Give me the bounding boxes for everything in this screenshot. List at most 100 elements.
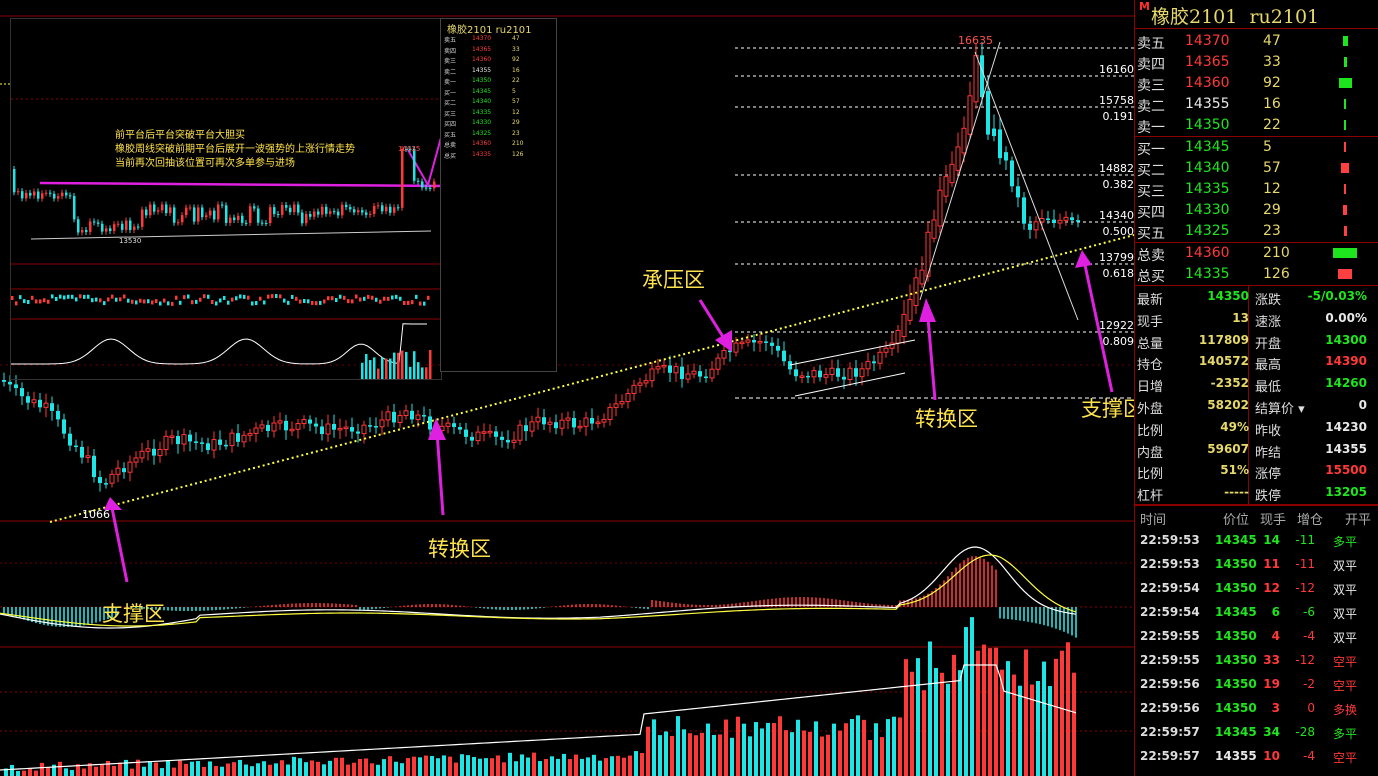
candle-body	[583, 417, 589, 427]
volume-bar	[388, 756, 392, 776]
volume-bar	[262, 761, 266, 776]
tick-volume: 3	[1271, 700, 1280, 715]
volume-bar	[994, 647, 998, 776]
order-book-row[interactable]: 买三 14335 12	[1135, 179, 1378, 200]
bid-book: 买一 14345 5 买二 14340 57 买三 14335 12 买四 14330 29 买五 143…	[1135, 137, 1378, 243]
tick-list[interactable]: 22:59:53 14345 14 -11 多平 22:59:53 14350 11 -11 双平…	[1135, 528, 1378, 768]
tick-volume: 12	[1263, 580, 1280, 595]
inset-candle	[261, 222, 264, 224]
tick-type: 多平	[1333, 726, 1358, 741]
candle-body	[973, 54, 979, 103]
volume-bar	[628, 755, 632, 776]
inset-title: 橡胶2101 ru2101	[447, 25, 532, 36]
inset-macd	[351, 299, 354, 304]
quote-label: 涨跌	[1255, 293, 1282, 308]
order-book-row[interactable]: 买一 14345 5	[1135, 137, 1378, 158]
book-depth-bar	[1343, 226, 1347, 236]
inset-candle	[161, 204, 164, 211]
volume-bar	[310, 760, 314, 776]
tick-type: 多换	[1333, 702, 1358, 717]
inset-macd	[375, 297, 378, 302]
inset-macd	[231, 297, 234, 302]
candle-body	[481, 431, 487, 434]
volume-bar	[808, 731, 812, 776]
candle-body	[181, 434, 187, 445]
inset-volume	[401, 350, 404, 381]
volume-bar	[760, 728, 764, 776]
inset-candle	[193, 207, 196, 222]
inset-candle	[365, 212, 368, 215]
order-book-row[interactable]: 卖五 14370 47	[1135, 31, 1378, 52]
order-book-row[interactable]: 买四 14330 29	[1135, 200, 1378, 221]
tick-row: 22:59:57 14355 10 -4 空平	[1135, 744, 1378, 768]
inset-macd	[219, 298, 222, 303]
tick-time: 22:59:55	[1140, 652, 1200, 667]
tick-column-header: 价位	[1223, 512, 1250, 528]
volume-bar	[1018, 685, 1022, 776]
volume-bar	[358, 758, 362, 776]
order-book-row[interactable]: 总卖 14360 210	[1135, 243, 1378, 264]
quote-label: 昨结	[1255, 445, 1282, 461]
book-label: 卖三	[1137, 78, 1165, 94]
inset-candle	[165, 204, 168, 214]
book-volume: 57	[1263, 160, 1281, 176]
volume-bar	[502, 762, 506, 776]
candle-body	[961, 127, 967, 154]
candle-body	[649, 368, 655, 382]
quote-value: 58202	[1207, 397, 1249, 412]
dropdown-icon[interactable]: ▾	[1294, 402, 1305, 417]
inset-macd	[267, 294, 270, 299]
quote-row: 内盘 59607 昨结 14355	[1135, 439, 1378, 461]
tick-oi-change: -4	[1303, 748, 1315, 763]
fib-ratio-label: 0.191	[1103, 110, 1135, 123]
instrument-header[interactable]: M 橡胶2101 ru2101	[1135, 0, 1378, 29]
inset-candle	[273, 207, 276, 214]
inset-candle	[401, 149, 404, 208]
inset-candle	[197, 207, 200, 222]
volume-bar	[976, 650, 980, 776]
quote-row: 杠杆 ----- 跌停 13205	[1135, 482, 1378, 504]
quote-stats: 最新 14350 涨跌 -5/0.03% 现手 13 速涨 0.00% 总量 117809 开盘 14…	[1135, 286, 1378, 506]
volume-bar	[754, 722, 758, 776]
tick-row: 22:59:56 14350 19 -2 空平	[1135, 672, 1378, 696]
inset-candle	[177, 222, 180, 224]
inset-macd	[311, 300, 314, 305]
candle-body	[967, 95, 973, 135]
order-book-row[interactable]: 总买 14335 126	[1135, 264, 1378, 285]
inset-macd	[235, 296, 238, 301]
quote-label: 涨停	[1255, 467, 1282, 483]
inset-candle	[21, 191, 24, 199]
inset-macd	[163, 298, 166, 303]
order-book-row[interactable]: 卖一 14350 22	[1135, 115, 1378, 136]
inset-macd	[419, 301, 422, 306]
inset-volume	[373, 357, 376, 388]
inset-volume	[361, 362, 364, 393]
candle-body	[559, 419, 565, 429]
volume-bar	[70, 770, 74, 776]
order-book-row[interactable]: 买五 14325 23	[1135, 221, 1378, 242]
quote-value: -5/0.03%	[1307, 289, 1367, 303]
candle-body	[524, 425, 528, 432]
volume-bar	[412, 756, 416, 776]
volume-bar	[910, 671, 914, 776]
order-book-row[interactable]: 卖四 14365 33	[1135, 52, 1378, 73]
volume-bars	[0, 617, 1077, 776]
order-book-row[interactable]: 卖三 14360 92	[1135, 73, 1378, 94]
candle-body	[655, 366, 661, 370]
candle-body	[842, 376, 846, 380]
volume-bar	[562, 753, 566, 776]
candle-body	[337, 427, 343, 431]
order-book-row[interactable]: 卖二 14355 16	[1135, 94, 1378, 115]
quote-row: 比例 49% 昨收 14230	[1135, 417, 1378, 439]
candle-body	[320, 426, 324, 435]
tick-time: 22:59:56	[1140, 700, 1200, 715]
inset-macd	[159, 301, 162, 306]
candle-body	[20, 388, 24, 397]
volume-bar	[958, 670, 962, 776]
order-book-row[interactable]: 买二 14340 57	[1135, 158, 1378, 179]
inset-candle	[413, 149, 416, 181]
volume-bar	[148, 761, 152, 776]
volume-bar	[1006, 661, 1010, 776]
swing-line-down	[974, 51, 1079, 321]
inset-candle	[397, 207, 400, 209]
